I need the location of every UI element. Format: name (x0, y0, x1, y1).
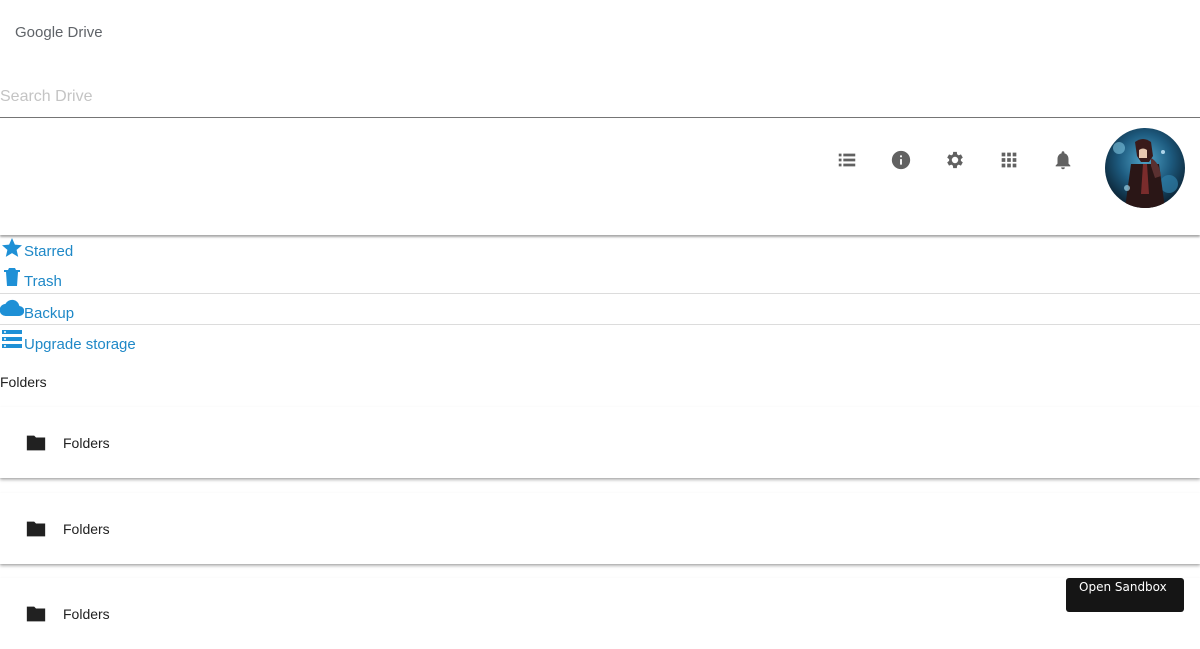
nav-item-starred[interactable]: Starred (0, 236, 1200, 266)
nav-label-backup: Backup (24, 305, 75, 322)
folder-icon (25, 433, 47, 453)
search-input[interactable] (0, 86, 600, 108)
folder-icon (25, 519, 47, 539)
nav-divider (0, 293, 1200, 294)
trash-icon (0, 265, 24, 289)
toolbar (0, 119, 1200, 235)
cloud-icon (0, 296, 25, 320)
settings-icon[interactable] (944, 149, 966, 171)
apps-grid-icon[interactable] (998, 149, 1020, 171)
folder-item[interactable]: Folders (0, 493, 1200, 564)
nav-item-upgrade-storage[interactable]: Upgrade storage (0, 326, 1200, 356)
folder-icon (25, 604, 47, 624)
nav-item-backup[interactable]: Backup (0, 296, 1200, 326)
folder-item[interactable]: Folders (0, 578, 1200, 649)
star-icon (0, 236, 24, 260)
app-title: Google Drive (15, 24, 103, 41)
nav-item-trash[interactable]: Trash (0, 265, 1200, 295)
storage-icon (0, 327, 24, 351)
search-bar (0, 84, 1200, 118)
folder-label: Folders (63, 521, 110, 537)
folder-label: Folders (63, 435, 110, 451)
open-sandbox-button[interactable]: Open Sandbox (1066, 578, 1184, 612)
nav-label-trash: Trash (24, 273, 62, 290)
folder-item[interactable]: Folders (0, 407, 1200, 478)
nav-divider (0, 324, 1200, 325)
avatar-image (1105, 128, 1185, 208)
folder-label: Folders (63, 606, 110, 622)
nav-label-starred: Starred (24, 243, 74, 260)
list-view-icon[interactable] (836, 149, 858, 171)
info-icon[interactable] (890, 149, 912, 171)
folders-section-title: Folders (0, 374, 47, 390)
nav-label-upgrade-storage: Upgrade storage (24, 336, 136, 353)
notifications-bell-icon[interactable] (1052, 149, 1074, 171)
user-avatar[interactable] (1105, 128, 1185, 208)
